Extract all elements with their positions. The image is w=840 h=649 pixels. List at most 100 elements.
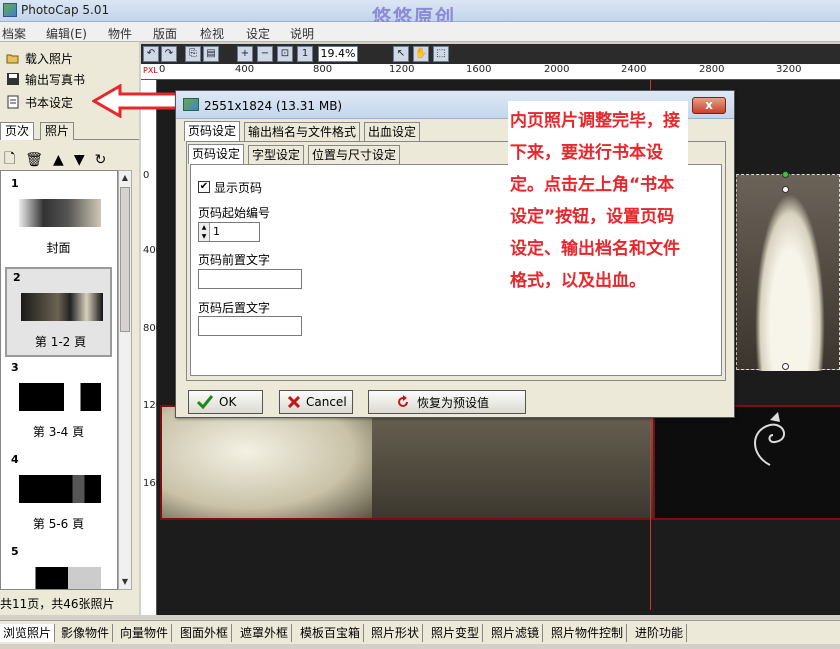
undo-icon[interactable]: ↶	[143, 46, 159, 62]
tab-pages[interactable]: 页次	[0, 122, 35, 140]
page-thumb-number: 2	[13, 271, 21, 284]
dress-image	[162, 407, 372, 518]
cancel-label: Cancel	[306, 395, 347, 409]
pointer-icon[interactable]: ↖	[393, 46, 409, 62]
page-thumbnails: 1 封面 2 第 1-2 頁 3 第 3-4 頁 4 第 5-6 頁 5	[0, 170, 118, 590]
redo-icon[interactable]: ↷	[161, 46, 177, 62]
export-book-label: 输出写真书	[25, 72, 86, 87]
resize-handle[interactable]	[782, 186, 789, 193]
zoom-in-icon[interactable]: +	[237, 46, 253, 62]
page-thumb-label: 第 5-6 頁	[32, 517, 85, 531]
ok-button[interactable]: OK	[188, 390, 263, 414]
new-page-icon[interactable]: 🗋	[4, 148, 15, 172]
menu-view[interactable]: 检视	[200, 25, 224, 42]
page-thumb-5[interactable]: 5	[5, 543, 112, 589]
export-book-button[interactable]: 输出写真书	[6, 69, 85, 89]
tab-photo-filter[interactable]: 照片滤镜	[488, 624, 544, 642]
move-up-icon[interactable]: ▲	[53, 152, 64, 168]
red-arrow-icon	[92, 84, 182, 118]
selected-photo-bride[interactable]	[736, 174, 840, 371]
page-thumb-label: 封面	[46, 241, 71, 255]
scroll-thumb[interactable]	[120, 187, 130, 332]
tab-advanced[interactable]: 进阶功能	[632, 624, 688, 642]
tab-vector-objects[interactable]: 向量物件	[117, 624, 173, 642]
actual-size-icon[interactable]: 1	[297, 46, 313, 62]
prefix-field[interactable]	[198, 269, 302, 289]
prefix-label: 页码前置文字	[198, 253, 271, 267]
suffix-field[interactable]	[198, 316, 302, 336]
page-count-status: 共11页，共46张照片	[0, 597, 115, 611]
page-thumb-image	[19, 567, 101, 589]
suffix-label: 页码后置文字	[198, 301, 271, 315]
menu-settings[interactable]: 设定	[246, 25, 270, 42]
page-thumb-1[interactable]: 1 封面	[5, 175, 112, 265]
instruction-note: 内页照片调整完毕，接下来，要进行书本设定。点击左上角“书本设定”按钮，设置页码设…	[508, 101, 688, 353]
tab-photo-transform[interactable]: 照片变型	[428, 624, 484, 642]
show-page-label: 显示页码	[214, 181, 263, 195]
page-thumb-number: 4	[11, 453, 19, 466]
open-folder-icon	[6, 54, 19, 64]
subtab-font[interactable]: 字型设定	[248, 145, 305, 165]
canvas-photo-left[interactable]	[160, 405, 655, 520]
hand-icon[interactable]: ✋	[413, 46, 429, 62]
reset-defaults-button[interactable]: 恢复为预设值	[368, 390, 526, 414]
tab-photo-object-control[interactable]: 照片物件控制	[548, 624, 628, 642]
tab-browse-photos[interactable]: 浏览照片	[0, 624, 56, 642]
delete-page-icon[interactable]: 🗑	[25, 152, 43, 168]
load-photo-label: 载入照片	[25, 51, 74, 66]
ruler-tick: 1200	[389, 64, 415, 75]
tab-photos[interactable]: 照片	[40, 122, 75, 140]
load-photo-button[interactable]: 载入照片	[6, 48, 73, 68]
zoom-level: 19.4%	[318, 46, 358, 62]
stepper-arrows-icon[interactable]: ▲ ▼	[199, 223, 210, 241]
page-thumb-3[interactable]: 3 第 3-4 頁	[5, 359, 112, 449]
tab-mask-frame[interactable]: 遮罩外框	[237, 624, 293, 642]
subtab-position-size[interactable]: 位置与尺寸设定	[308, 145, 401, 165]
book-settings-label: 书本设定	[25, 95, 74, 110]
app-icon	[3, 3, 17, 17]
cancel-button[interactable]: Cancel	[279, 390, 353, 414]
page-thumb-4[interactable]: 4 第 5-6 頁	[5, 451, 112, 541]
zoom-out-icon[interactable]: −	[257, 46, 273, 62]
ruler-tick: 2000	[544, 64, 570, 75]
tab-output-filename[interactable]: 输出档名与文件格式	[244, 122, 361, 142]
move-down-icon[interactable]: ▼	[74, 152, 85, 168]
menu-layout[interactable]: 版面	[153, 25, 177, 42]
copy-icon[interactable]: ⎘	[185, 46, 201, 62]
scroll-down-icon[interactable]: ▼	[119, 575, 131, 589]
tab-image-objects[interactable]: 影像物件	[58, 624, 114, 642]
ruler-tick: 0	[159, 64, 166, 75]
fit-icon[interactable]: ⊡	[277, 46, 293, 62]
page-thumb-label: 第 3-4 頁	[32, 425, 85, 439]
refresh-icon[interactable]: ↻	[95, 152, 107, 168]
tab-page-number[interactable]: 页码设定	[184, 121, 241, 141]
menu-edit[interactable]: 编辑(E)	[46, 25, 87, 42]
start-number-stepper[interactable]: ▲ ▼ 1	[198, 222, 260, 242]
close-button[interactable]: x	[692, 97, 726, 114]
page-thumb-2[interactable]: 2 第 1-2 頁	[5, 267, 112, 357]
select-icon[interactable]: ⬚	[433, 46, 449, 62]
ruler-tick: 400	[235, 64, 255, 75]
tab-frame[interactable]: 图面外框	[177, 624, 233, 642]
tab-templates[interactable]: 模板百宝箱	[297, 624, 365, 642]
page-thumb-number: 3	[11, 361, 19, 374]
resize-handle[interactable]	[782, 363, 789, 370]
tab-bleed[interactable]: 出血设定	[364, 122, 421, 142]
subtab-page-number[interactable]: 页码设定	[188, 144, 245, 164]
title-bar: PhotoCap 5.01 悠悠原创	[0, 0, 840, 28]
scroll-up-icon[interactable]: ▲	[119, 171, 131, 185]
ruler-tick: 1600	[466, 64, 492, 75]
menu-file[interactable]: 档案	[2, 25, 26, 42]
paste-icon[interactable]: ▤	[203, 46, 219, 62]
ruler-tick: 2800	[699, 64, 725, 75]
menu-object[interactable]: 物件	[108, 25, 132, 42]
rotate-handle[interactable]	[782, 171, 789, 178]
start-number-value: 1	[213, 225, 220, 238]
menu-help[interactable]: 说明	[290, 25, 314, 42]
ruler-tick: 3200	[776, 64, 802, 75]
show-page-checkbox[interactable]: ✔	[198, 181, 210, 193]
tab-photo-shape[interactable]: 照片形状	[368, 624, 424, 642]
book-settings-button[interactable]: 书本设定	[6, 92, 73, 112]
start-number-label: 页码起始编号	[198, 206, 271, 220]
thumbnail-scrollbar[interactable]: ▲ ▼	[118, 170, 132, 590]
